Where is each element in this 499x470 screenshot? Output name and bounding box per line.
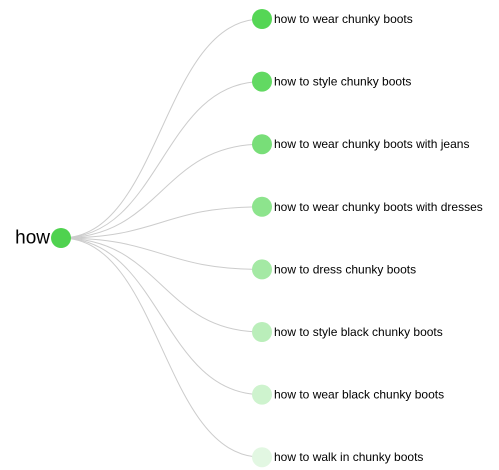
suggestion-node[interactable]: how to dress chunky boots (252, 259, 416, 280)
suggestion-list: how to wear chunky boots how to style chu… (252, 9, 483, 468)
suggestion-label[interactable]: how to dress chunky boots (274, 262, 416, 276)
suggestion-label[interactable]: how to style black chunky boots (274, 325, 443, 339)
tree-links (60, 18, 263, 458)
suggestion-node[interactable]: how to wear chunky boots with jeans (252, 134, 469, 155)
tree-link (60, 237, 263, 458)
suggestion-circle[interactable] (252, 259, 272, 280)
suggestion-node[interactable]: how to wear chunky boots (252, 9, 413, 29)
suggestion-node[interactable]: how to walk in chunky boots (252, 447, 423, 468)
suggestion-tree: how how to wear chunky boots how to style… (15, 9, 483, 468)
root-circle[interactable] (51, 228, 71, 248)
suggestion-circle[interactable] (252, 384, 272, 405)
tree-link (60, 237, 263, 396)
tree-link (60, 81, 263, 239)
suggestion-label[interactable]: how to wear chunky boots (274, 12, 413, 26)
suggestion-node[interactable]: how to style chunky boots (252, 71, 411, 92)
suggestion-circle[interactable] (252, 9, 272, 29)
suggestion-circle[interactable] (252, 447, 272, 468)
suggestion-circle[interactable] (252, 71, 272, 92)
suggestion-node[interactable]: how to wear chunky boots with dresses (252, 196, 483, 217)
root-node[interactable]: how (15, 228, 71, 249)
suggestion-label[interactable]: how to style chunky boots (274, 75, 411, 89)
suggestion-circle[interactable] (252, 322, 272, 342)
suggestion-label[interactable]: how to wear black chunky boots (274, 388, 444, 402)
suggestion-node[interactable]: how to style black chunky boots (252, 322, 443, 342)
tree-link (60, 143, 263, 239)
suggestion-label[interactable]: how to walk in chunky boots (274, 450, 423, 464)
tree-link (60, 18, 263, 239)
suggestion-circle[interactable] (252, 196, 272, 217)
suggestion-label[interactable]: how to wear chunky boots with jeans (274, 137, 469, 151)
root-label: how (15, 228, 50, 249)
suggestion-node[interactable]: how to wear black chunky boots (252, 384, 444, 405)
tree-link (60, 237, 263, 270)
suggestion-circle[interactable] (252, 134, 272, 155)
tree-link (60, 237, 263, 333)
tree-link (60, 206, 263, 239)
suggestion-label[interactable]: how to wear chunky boots with dresses (274, 200, 483, 214)
